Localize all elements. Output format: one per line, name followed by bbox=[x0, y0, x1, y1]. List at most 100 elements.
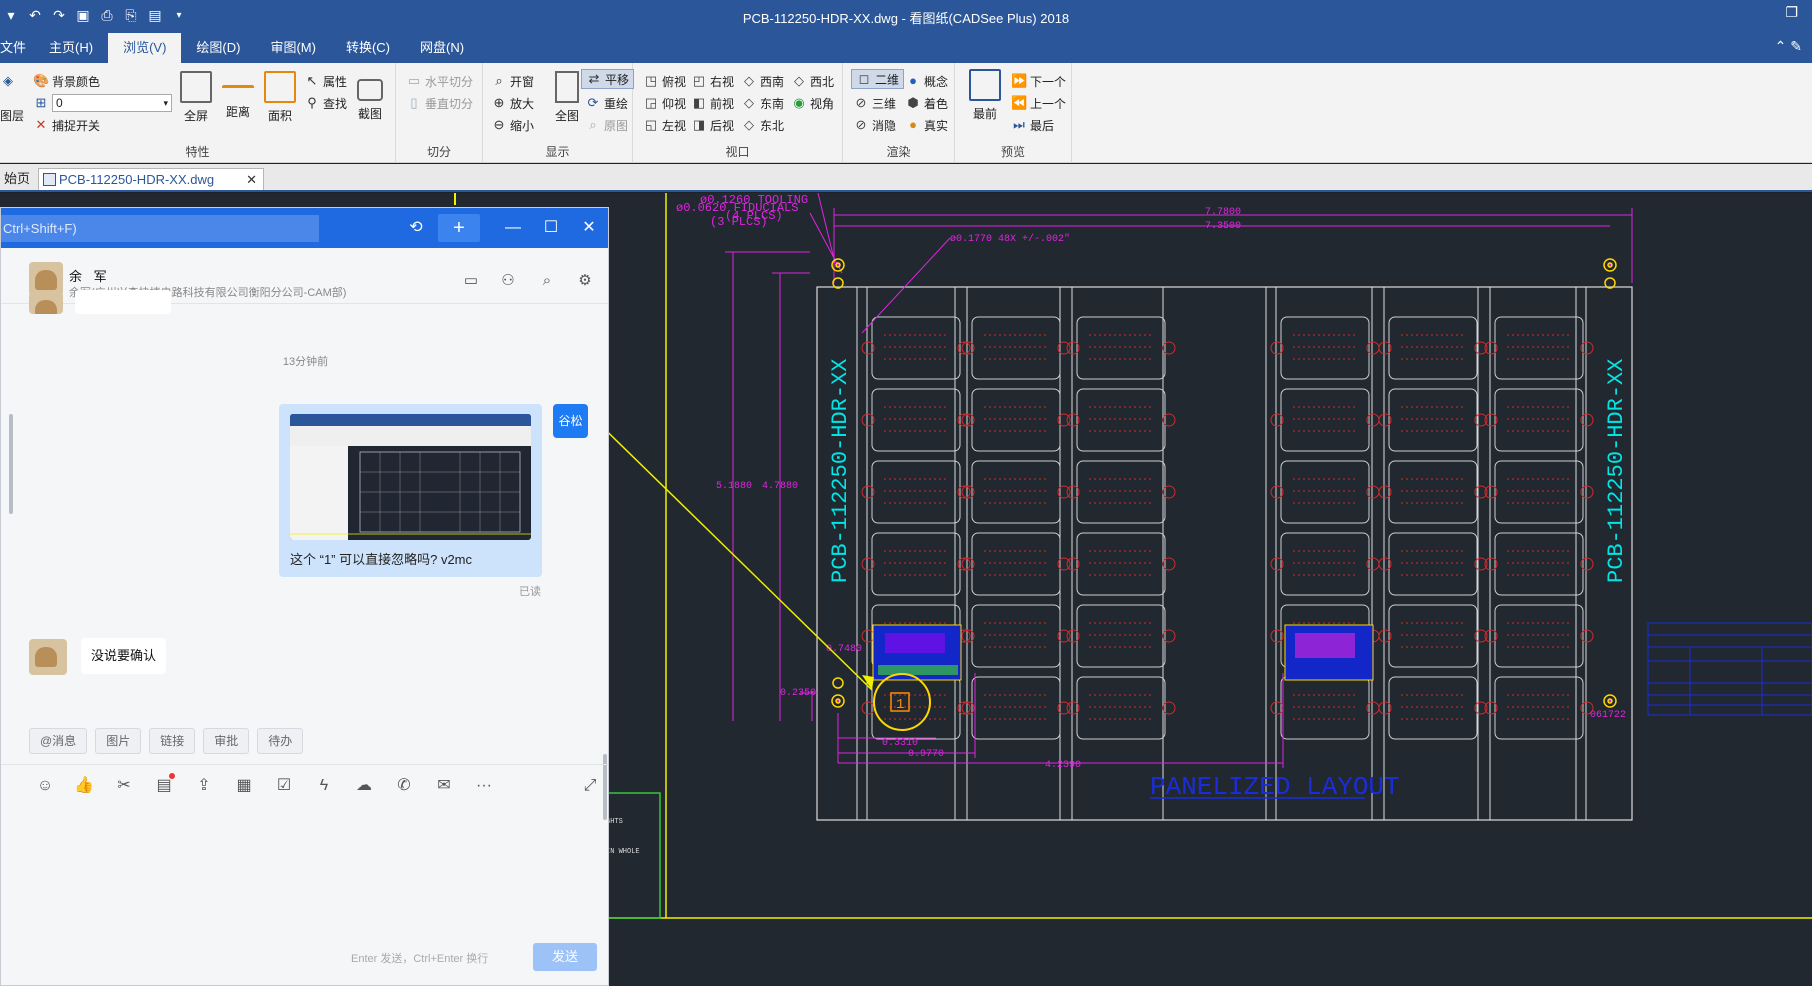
settings-icon[interactable]: ⚙ bbox=[575, 271, 595, 291]
find-button[interactable]: ⚲ 查找 bbox=[304, 93, 347, 113]
add-member-icon[interactable]: ⚇ bbox=[498, 271, 518, 291]
restore-window-icon[interactable]: ❐ bbox=[1785, 4, 1798, 21]
snap-toggle[interactable]: ✕ 捕捉开关 bbox=[33, 115, 100, 135]
view-nw-button[interactable]: ◇ 西北 bbox=[791, 71, 834, 91]
pcb-board-outline bbox=[1494, 604, 1584, 668]
original-view-button[interactable]: ⌕ 原图 bbox=[585, 115, 628, 135]
distance-button[interactable]: 距离 bbox=[216, 71, 260, 120]
mail-icon[interactable]: ✉ bbox=[433, 775, 455, 797]
redraw-button[interactable]: ⟳ 重绘 bbox=[585, 93, 628, 113]
calendar-icon[interactable]: ▦ bbox=[233, 775, 255, 797]
hide-icon: ⊘ bbox=[855, 117, 867, 132]
zoom-in-button[interactable]: ⊕ 放大 bbox=[491, 93, 534, 113]
prev-button[interactable]: ⏪ 上一个 bbox=[1011, 93, 1066, 113]
view-se-button[interactable]: ◇ 东南 bbox=[741, 93, 784, 113]
view-angle-button[interactable]: ◉ 视角 bbox=[791, 93, 834, 113]
split-horizontal-button[interactable]: ▭ 水平切分 bbox=[406, 71, 473, 91]
task-icon[interactable]: ☑ bbox=[273, 775, 295, 797]
quick-link[interactable]: 链接 bbox=[149, 728, 196, 754]
read-status: 已读 bbox=[519, 586, 541, 598]
hide-button[interactable]: ⊘ 消隐 bbox=[853, 115, 896, 135]
tab-file[interactable]: 文件 bbox=[0, 33, 34, 63]
dimension-lines bbox=[725, 193, 1633, 768]
render-3d-button[interactable]: ⊘ 三维 bbox=[853, 93, 896, 113]
screenshot-button[interactable]: 截图 bbox=[348, 71, 392, 122]
tab-draw[interactable]: 绘图(D) bbox=[181, 33, 255, 63]
contact-reply-bubble[interactable]: 没说要确认 bbox=[81, 638, 167, 674]
tab-home[interactable]: 主页(H) bbox=[34, 33, 108, 63]
thumbs-up-icon[interactable]: 👍 bbox=[73, 775, 95, 797]
height-inner: 4.7880 bbox=[762, 481, 798, 492]
new-chat-button[interactable]: + bbox=[438, 214, 480, 242]
emoji-icon[interactable]: ☺ bbox=[34, 775, 56, 797]
chat-search-input[interactable]: Ctrl+Shift+F) bbox=[1, 215, 319, 242]
scissors-icon[interactable]: ✂ bbox=[113, 775, 135, 797]
fullscreen-label: 全屏 bbox=[183, 109, 208, 123]
tab-cloud[interactable]: 网盘(N) bbox=[405, 33, 479, 63]
screenshot-thumbnail[interactable] bbox=[290, 414, 531, 540]
minimize-icon[interactable]: — bbox=[501, 216, 525, 240]
cloud-icon[interactable]: ☁ bbox=[353, 775, 375, 797]
send-button[interactable]: 发送 bbox=[533, 943, 597, 971]
quick-approval[interactable]: 审批 bbox=[203, 728, 250, 754]
ribbon-collapse-icon[interactable]: ⌃ ✎ bbox=[1775, 38, 1802, 55]
left-scrollbar[interactable] bbox=[9, 414, 13, 514]
bg-color-button[interactable]: 🎨 背景颜色 bbox=[33, 71, 100, 91]
split-vertical-button[interactable]: ▯ 垂直切分 bbox=[406, 93, 473, 113]
folder-icon[interactable]: ▭ bbox=[461, 271, 481, 291]
history-icon[interactable]: ⟲ bbox=[404, 216, 428, 240]
dwg-file-icon bbox=[43, 173, 56, 186]
concept-label: 概念 bbox=[924, 74, 949, 89]
next-button[interactable]: ⏩ 下一个 bbox=[1011, 71, 1066, 91]
zoom-out-button[interactable]: ⊖ 缩小 bbox=[491, 115, 534, 135]
window-zoom-button[interactable]: ⌕ 开窗 bbox=[491, 71, 534, 91]
chat-window: Ctrl+Shift+F) ⟲ + — ☐ ✕ 余 军 余军(广州兴森快捷电路科… bbox=[0, 207, 609, 986]
front-label: 最前 bbox=[972, 107, 997, 121]
shade-button[interactable]: ⬢ 着色 bbox=[905, 93, 948, 113]
view-top-button[interactable]: ◳ 俯视 bbox=[643, 71, 686, 91]
close-tab-icon[interactable]: ✕ bbox=[246, 169, 257, 191]
tab-convert[interactable]: 转换(C) bbox=[331, 33, 405, 63]
view-back-button[interactable]: ◨ 后视 bbox=[691, 115, 734, 135]
realistic-button[interactable]: ● 真实 bbox=[905, 115, 948, 135]
view-sw-button[interactable]: ◇ 西南 bbox=[741, 71, 784, 91]
quick-image[interactable]: 图片 bbox=[95, 728, 142, 754]
tab-browse[interactable]: 浏览(V) bbox=[108, 33, 182, 63]
view-front-button[interactable]: ◧ 前视 bbox=[691, 93, 734, 113]
note-icon[interactable]: ▤ bbox=[153, 773, 175, 797]
layer-select[interactable]: 0 ▾ bbox=[52, 94, 172, 112]
layer-button[interactable]: ◈ bbox=[0, 71, 16, 91]
last-button[interactable]: ⏭ 最后 bbox=[1011, 115, 1054, 135]
view-bottom-button[interactable]: ◲ 仰视 bbox=[643, 93, 686, 113]
area-button[interactable]: 面积 bbox=[258, 71, 302, 124]
tab-document[interactable]: PCB-112250-HDR-XX.dwg ✕ bbox=[38, 168, 264, 190]
front-button[interactable]: 最前 bbox=[963, 69, 1007, 122]
view-ne-button[interactable]: ◇ 东北 bbox=[741, 115, 784, 135]
pcb-board-outline bbox=[971, 604, 1061, 668]
phone-icon[interactable]: ✆ bbox=[393, 775, 415, 797]
contact-avatar[interactable] bbox=[29, 262, 63, 296]
render-2d-button[interactable]: ◻ 二维 bbox=[851, 69, 905, 89]
my-message-bubble[interactable]: 这个 “1” 可以直接忽略吗? v2mc bbox=[279, 404, 542, 577]
search-history-icon[interactable]: ⌕ bbox=[537, 271, 557, 291]
more-icon[interactable]: ··· bbox=[473, 775, 495, 797]
expand-icon[interactable]: ⤢ bbox=[579, 775, 601, 797]
close-icon[interactable]: ✕ bbox=[577, 216, 601, 240]
concept-button[interactable]: ● 概念 bbox=[905, 71, 948, 91]
contact-avatar-reply[interactable] bbox=[29, 639, 67, 675]
view-right-button[interactable]: ◰ 右视 bbox=[691, 71, 734, 91]
attribute-button[interactable]: ↖ 属性 bbox=[304, 71, 347, 91]
my-avatar[interactable]: 谷松 bbox=[553, 404, 588, 438]
pan-button[interactable]: ⇄ 平移 bbox=[581, 69, 635, 89]
lightning-icon[interactable]: ϟ bbox=[313, 775, 335, 797]
fullscreen-button[interactable]: 全屏 bbox=[174, 71, 218, 124]
message-list[interactable]: 13分钟前 这个 “1” 可以直接忽略吗? v2mc 谷松 已读 没说要确认 bbox=[1, 290, 608, 914]
upload-icon[interactable]: ⇪ bbox=[193, 775, 215, 797]
tab-start-page[interactable]: 始页 bbox=[0, 168, 34, 190]
tab-review[interactable]: 审图(M) bbox=[255, 33, 331, 63]
view-left-button[interactable]: ◱ 左视 bbox=[643, 115, 686, 135]
contact-name[interactable]: 余 军 bbox=[69, 266, 111, 285]
quick-todo[interactable]: 待办 bbox=[257, 728, 304, 754]
maximize-icon[interactable]: ☐ bbox=[539, 216, 563, 240]
quick-mention[interactable]: @消息 bbox=[29, 728, 88, 754]
